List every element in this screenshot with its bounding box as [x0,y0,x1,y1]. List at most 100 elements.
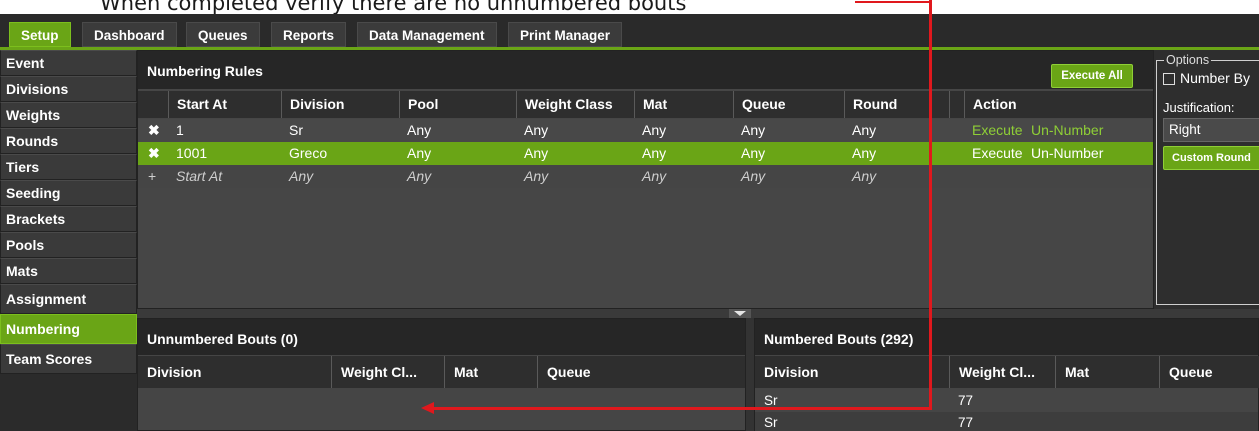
un-number-link[interactable]: Un-Number [1031,142,1103,165]
cell-mat: Any [642,145,667,161]
horizontal-splitter[interactable] [137,309,1259,318]
column-header-spacer [949,91,964,118]
cell-round: Any [852,122,877,138]
tab-data-management[interactable]: Data Management [357,22,497,47]
new-rule-row[interactable]: + Start At Any Any Any Any Any Any [138,165,1153,188]
column-header-division[interactable]: Division [755,356,949,388]
sidebar-item-weights[interactable]: Weights [0,102,137,128]
number-by-checkbox[interactable] [1163,73,1175,85]
sidebar-item-event[interactable]: Event [0,50,137,76]
cell-weight-class: Any [524,122,549,138]
column-header-weight-class[interactable]: Weight Class [516,91,634,118]
unnumbered-bouts-title: Unnumbered Bouts (0) [147,331,298,347]
tab-print-manager[interactable]: Print Manager [508,22,623,47]
column-header-icon [138,91,168,118]
app-window: Setup Dashboard Queues Reports Data Mana… [0,14,1259,431]
cell-weight-class: Any [524,145,549,161]
new-division-select[interactable]: Any [281,165,313,188]
sidebar-item-seeding[interactable]: Seeding [0,180,137,206]
options-legend: Options [1164,53,1212,67]
column-header-weight-class[interactable]: Weight Cl... [331,356,444,388]
custom-round-button[interactable]: Custom Round [1163,146,1259,170]
column-header-round[interactable]: Round [844,91,949,118]
add-rule-icon[interactable]: + [140,165,156,188]
column-header-queue[interactable]: Queue [537,356,745,388]
cell-division: Sr [764,415,778,430]
sidebar-item-brackets[interactable]: Brackets [0,206,137,232]
cell-weight-class: 77 [958,393,974,408]
numbering-rules-title: Numbering Rules [147,63,263,79]
unnumbered-bouts-panel: Unnumbered Bouts (0) Division Weight Cl.… [137,318,746,431]
unnumbered-bouts-header: Unnumbered Bouts (0) [138,319,745,355]
cell-pool: Any [407,145,432,161]
sidebar-item-rounds[interactable]: Rounds [0,128,137,154]
vertical-splitter[interactable] [746,318,754,431]
tab-dashboard[interactable]: Dashboard [82,22,177,47]
new-round-select[interactable]: Any [844,165,876,188]
tab-queues[interactable]: Queues [186,22,260,47]
column-header-start-at[interactable]: Start At [168,91,281,118]
table-row-selected[interactable]: ✖ 1001 Greco Any Any Any Any Any Execute… [138,142,1153,165]
number-by-label[interactable]: Number By [1180,70,1250,86]
options-group-border [1156,60,1259,305]
new-pool-select[interactable]: Any [399,165,431,188]
cell-start-at: 1 [176,122,184,138]
un-number-link[interactable]: Un-Number [1031,119,1103,142]
cell-queue: Any [741,122,766,138]
justification-select[interactable]: Right [1163,118,1259,142]
numbering-rules-header: Numbering Rules Execute All [138,51,1153,89]
delete-rule-icon[interactable]: ✖ [140,119,160,142]
justification-label: Justification: [1163,100,1235,115]
column-header-queue[interactable]: Queue [1159,356,1259,388]
setup-sidebar: Event Divisions Weights Rounds Tiers See… [0,50,137,431]
cell-start-at: 1001 [176,145,208,161]
sidebar-item-team-scores[interactable]: Team Scores [0,344,137,374]
table-row[interactable]: Sr 77 [755,412,1258,431]
new-mat-select[interactable]: Any [634,165,666,188]
annotation-arrowhead-icon [421,402,434,414]
delete-rule-icon[interactable]: ✖ [140,142,160,165]
collapse-arrow-icon[interactable] [734,311,746,316]
new-start-at-input[interactable]: Start At [168,165,222,188]
execute-link[interactable]: Execute [972,119,1023,142]
column-header-mat[interactable]: Mat [634,91,733,118]
cell-pool: Any [407,122,432,138]
column-header-division[interactable]: Division [138,356,331,388]
table-row[interactable]: ✖ 1 Sr Any Any Any Any Any Execute Un-Nu… [138,119,1153,142]
sidebar-item-pools[interactable]: Pools [0,232,137,258]
annotation-caption: When completed verify there are no unnum… [100,0,687,15]
column-header-mat[interactable]: Mat [1055,356,1159,388]
annotation-arrow-vertical [929,0,932,410]
tab-setup[interactable]: Setup [9,22,71,47]
main-tab-bar: Setup Dashboard Queues Reports Data Mana… [0,14,1259,48]
annotation-caption-line [855,1,930,3]
column-header-action[interactable]: Action [964,91,1153,118]
cell-division: Greco [289,145,328,161]
sidebar-item-mats[interactable]: Mats [0,258,137,284]
numbering-rules-panel: Numbering Rules Execute All Start At Div… [137,50,1154,309]
annotation-arrow-horizontal [432,407,932,410]
new-queue-select[interactable]: Any [733,165,765,188]
execute-all-button[interactable]: Execute All [1051,64,1133,88]
column-header-division[interactable]: Division [281,91,399,118]
cell-mat: Any [642,122,667,138]
column-header-pool[interactable]: Pool [399,91,516,118]
options-panel: Options Number By Justification: Right C… [1154,50,1259,309]
sidebar-item-tiers[interactable]: Tiers [0,154,137,180]
numbered-bouts-panel: Numbered Bouts (292) Division Weight Cl.… [754,318,1259,431]
execute-link[interactable]: Execute [972,142,1023,165]
sidebar-item-assignment[interactable]: Assignment [0,284,137,314]
column-header-queue[interactable]: Queue [733,91,844,118]
sidebar-item-numbering[interactable]: Numbering [0,314,137,344]
sidebar-item-divisions[interactable]: Divisions [0,76,137,102]
cell-queue: Any [741,145,766,161]
cell-weight-class: 77 [958,415,974,430]
numbered-bouts-header: Numbered Bouts (292) [755,319,1258,355]
tab-reports[interactable]: Reports [271,22,347,47]
numbered-bouts-title: Numbered Bouts (292) [764,331,914,347]
new-weight-class-select[interactable]: Any [516,165,548,188]
column-header-weight-class[interactable]: Weight Cl... [949,356,1055,388]
cell-division: Sr [289,122,303,138]
column-header-mat[interactable]: Mat [444,356,537,388]
cell-round: Any [852,145,877,161]
